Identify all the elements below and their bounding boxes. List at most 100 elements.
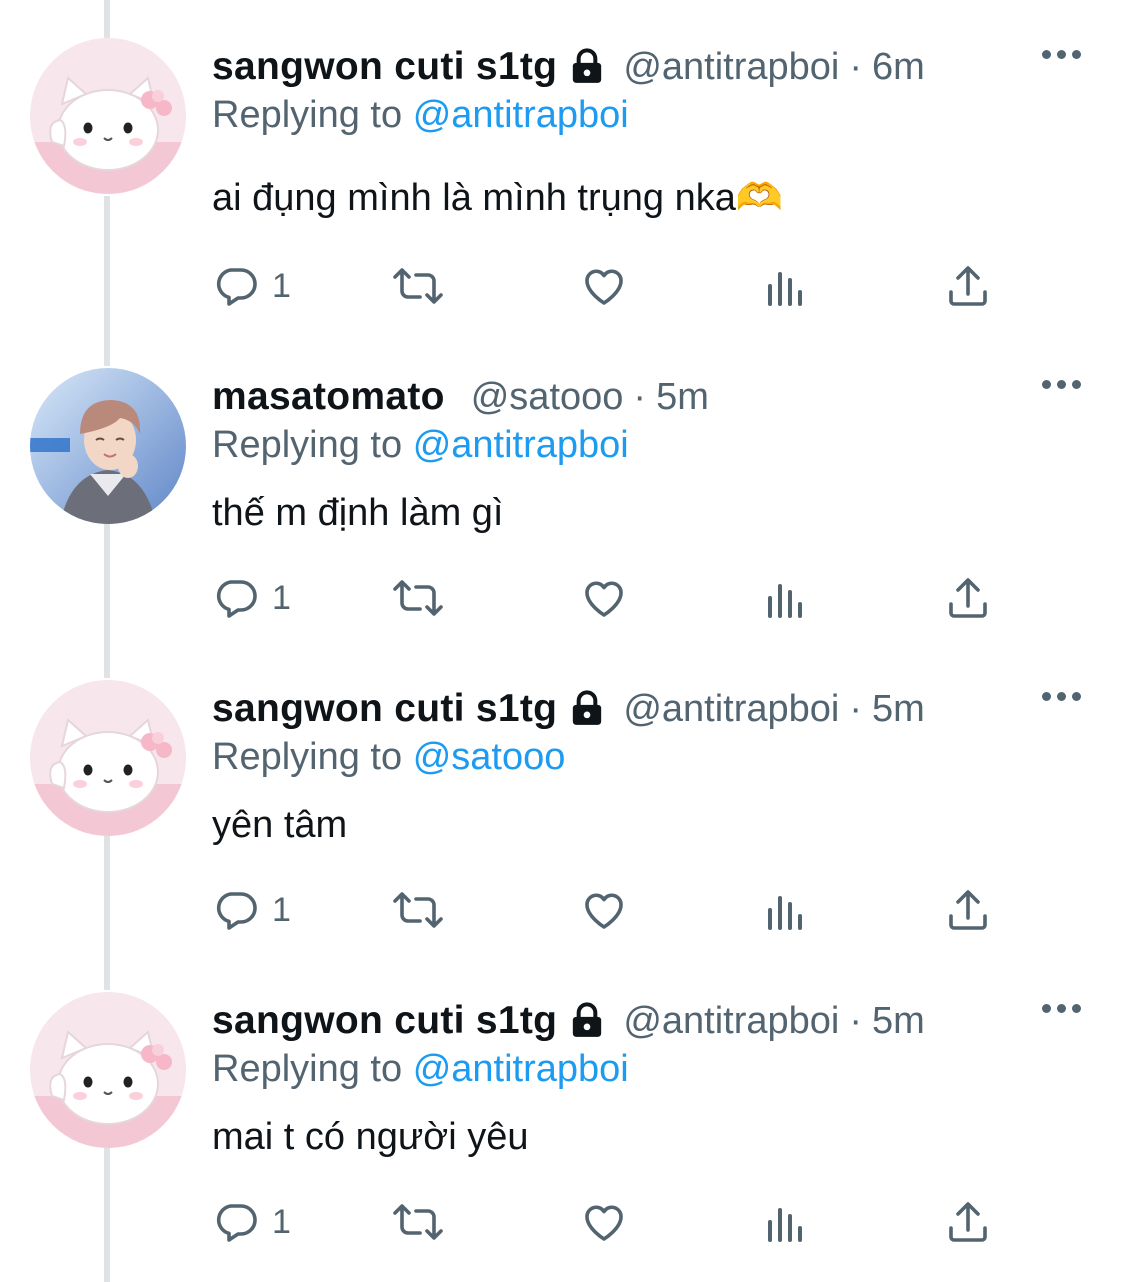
reply-button[interactable]: 1 [212, 1198, 291, 1246]
handle[interactable]: @antitrapboi [623, 1000, 839, 1043]
reply-button[interactable]: 1 [212, 574, 291, 622]
retweet-button[interactable] [392, 262, 444, 310]
views-button[interactable] [764, 574, 808, 622]
views-button[interactable] [764, 1198, 808, 1246]
retweet-icon [393, 580, 443, 616]
replying-to-link[interactable]: @antitrapboi [413, 1048, 629, 1090]
share-icon [949, 266, 987, 306]
avatar[interactable] [30, 38, 186, 194]
views-button[interactable] [764, 886, 808, 934]
retweet-button[interactable] [392, 1198, 444, 1246]
more-icon[interactable] [1042, 692, 1081, 701]
tweet-header: sangwon cuti s1tg @antitrapboi · 6m [212, 42, 925, 92]
timestamp[interactable]: 5m [656, 376, 709, 419]
separator: · [849, 999, 863, 1042]
share-button[interactable] [944, 1198, 992, 1246]
tweet-text: thế m định làm gì [212, 492, 504, 534]
share-icon [949, 578, 987, 618]
tweet[interactable]: sangwon cuti s1tg @antitrapboi · 5m Repl… [0, 954, 1125, 1266]
replying-label: Replying to [212, 94, 403, 136]
action-bar: 1 [212, 262, 1012, 322]
more-icon[interactable] [1042, 380, 1081, 389]
reply-icon [216, 268, 257, 306]
replying-label: Replying to [212, 736, 403, 778]
like-icon [585, 581, 623, 617]
tweet-text: yên tâm [212, 804, 348, 846]
tweet-header: sangwon cuti s1tg @antitrapboi · 5m [212, 684, 925, 734]
display-name[interactable]: sangwon cuti s1tg [212, 687, 557, 731]
like-button[interactable] [580, 886, 628, 934]
reply-button[interactable]: 1 [212, 262, 291, 310]
person-photo-avatar-icon [30, 368, 186, 524]
hello-kitty-avatar-icon [30, 680, 186, 836]
views-icon [768, 584, 802, 618]
timestamp[interactable]: 5m [872, 688, 925, 731]
replying-label: Replying to [212, 424, 403, 466]
views-icon [768, 896, 802, 930]
replying-label: Replying to [212, 1048, 403, 1090]
hello-kitty-avatar-icon [30, 38, 186, 194]
share-icon [949, 1202, 987, 1242]
tweet-header: masatomato @satooo · 5m [212, 372, 709, 422]
avatar[interactable] [30, 368, 186, 524]
tweet[interactable]: masatomato @satooo · 5m Replying to @ant… [0, 330, 1125, 642]
like-button[interactable] [580, 262, 628, 310]
replying-to: Replying to @antitrapboi [212, 94, 629, 137]
more-icon[interactable] [1042, 1004, 1081, 1013]
replying-to: Replying to @antitrapboi [212, 424, 629, 467]
like-icon [585, 269, 623, 305]
tweet[interactable]: sangwon cuti s1tg @antitrapboi · 6m Repl… [0, 0, 1125, 312]
lock-icon [567, 47, 607, 87]
action-bar: 1 [212, 1198, 1012, 1258]
replying-to-link[interactable]: @antitrapboi [413, 424, 629, 466]
reply-count: 1 [272, 578, 291, 617]
lock-icon [567, 689, 607, 729]
like-icon [585, 893, 623, 929]
avatar[interactable] [30, 992, 186, 1148]
more-icon[interactable] [1042, 50, 1081, 59]
timestamp[interactable]: 5m [872, 1000, 925, 1043]
replying-to-link[interactable]: @antitrapboi [413, 94, 629, 136]
display-name[interactable]: sangwon cuti s1tg [212, 999, 557, 1043]
reply-button[interactable]: 1 [212, 886, 291, 934]
replying-to: Replying to @satooo [212, 736, 565, 779]
retweet-button[interactable] [392, 886, 444, 934]
replying-to-link[interactable]: @satooo [413, 736, 566, 778]
share-icon [949, 890, 987, 930]
display-name[interactable]: sangwon cuti s1tg [212, 45, 557, 89]
separator: · [849, 687, 863, 730]
handle[interactable]: @antitrapboi [623, 46, 839, 89]
like-icon [585, 1205, 623, 1241]
reply-icon [216, 892, 257, 930]
views-icon [768, 272, 802, 306]
like-button[interactable] [580, 574, 628, 622]
views-button[interactable] [764, 262, 808, 310]
tweet-text: mai t có người yêu [212, 1116, 529, 1158]
hello-kitty-avatar-icon [30, 992, 186, 1148]
share-button[interactable] [944, 886, 992, 934]
display-name[interactable]: masatomato [212, 375, 445, 419]
reply-icon [216, 580, 257, 618]
separator: · [633, 375, 647, 418]
action-bar: 1 [212, 886, 1012, 946]
separator: · [849, 45, 863, 88]
avatar[interactable] [30, 680, 186, 836]
timestamp[interactable]: 6m [872, 46, 925, 89]
share-button[interactable] [944, 262, 992, 310]
retweet-icon [393, 892, 443, 928]
action-bar: 1 [212, 574, 1012, 634]
like-button[interactable] [580, 1198, 628, 1246]
retweet-button[interactable] [392, 574, 444, 622]
tweet-header: sangwon cuti s1tg @antitrapboi · 5m [212, 996, 925, 1046]
retweet-icon [393, 1204, 443, 1240]
tweet[interactable]: sangwon cuti s1tg @antitrapboi · 5m Repl… [0, 642, 1125, 954]
handle[interactable]: @satooo [471, 376, 624, 419]
replying-to: Replying to @antitrapboi [212, 1048, 629, 1091]
lock-icon [567, 1001, 607, 1041]
share-button[interactable] [944, 574, 992, 622]
tweet-text: ai đụng mình là mình trụng nka🫶 [212, 177, 784, 219]
handle[interactable]: @antitrapboi [623, 688, 839, 731]
reply-count: 1 [272, 1202, 291, 1241]
retweet-icon [393, 268, 443, 304]
reply-count: 1 [272, 890, 291, 929]
